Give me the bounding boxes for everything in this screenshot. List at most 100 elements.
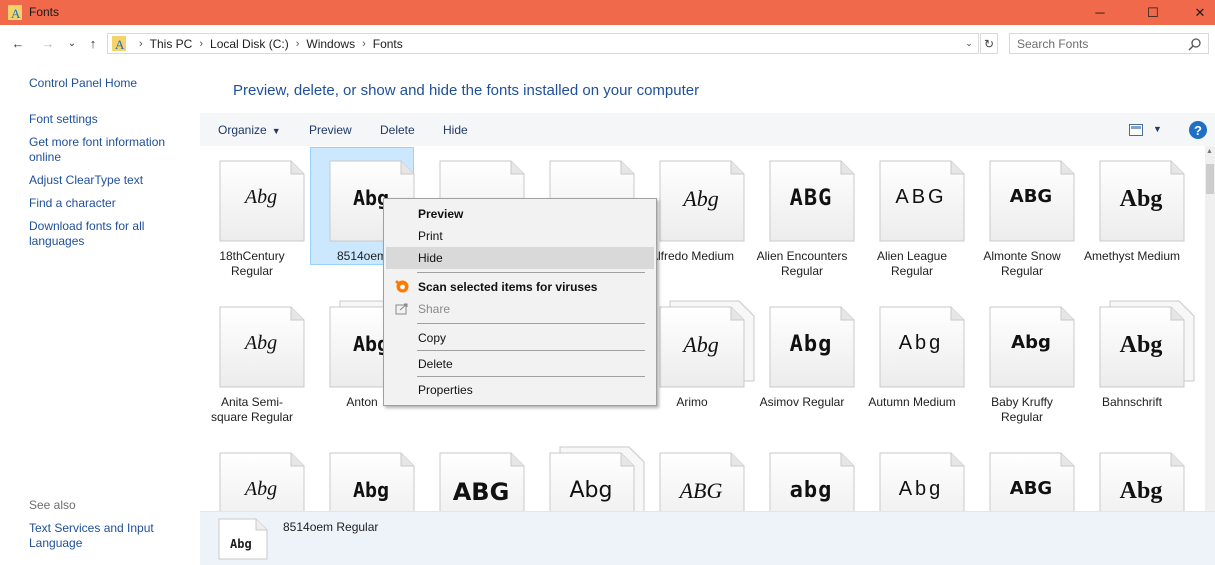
menu-item-scan-viruses[interactable]: Scan selected items for viruses [386,276,654,298]
font-name-label: Alien League Regular [876,249,948,278]
font-file-icon: ABG [439,452,535,511]
recent-locations-button[interactable]: ⌄ [63,35,81,51]
font-sample: Abg [244,332,278,354]
font-sample: Abg [789,332,833,357]
address-dropdown-button[interactable]: ⌄ [962,36,976,51]
crumb-this-pc[interactable]: This PC [150,37,193,51]
chevron-right-icon[interactable]: › [199,38,203,50]
menu-item-hide[interactable]: Hide [386,247,654,269]
minimize-button[interactable]: ─ [1077,0,1123,25]
sidebar: Control Panel Home Font settings Get mor… [0,61,200,565]
font-sample: abg [789,478,833,503]
font-file-icon: Abg [989,306,1085,388]
font-name-label: Anita Semi-square Regular [210,395,294,424]
font-file-icon: ABG [769,160,865,242]
crumb-local-disk[interactable]: Local Disk (C:) [210,37,289,51]
search-input[interactable]: Search Fonts [1009,33,1209,54]
vertical-scrollbar[interactable]: ▲ [1205,146,1215,511]
font-name-label: Baby Kruffy Regular [991,395,1053,424]
svg-text:A: A [11,6,21,20]
menu-item-print[interactable]: Print [386,225,654,247]
font-file-icon: ABG [659,452,755,511]
details-pane: Abg 8514oem Regular [200,511,1215,565]
up-button[interactable]: ↑ [84,35,102,51]
font-sample: ABG [452,478,510,506]
font-file-icon: Abg [879,306,975,388]
font-sample: Abg [1119,332,1163,358]
sidebar-link-find-character[interactable]: Find a character [29,196,189,211]
font-file-icon: Abg [769,306,865,388]
menu-separator [417,272,645,273]
font-file-icon: ABG [989,160,1085,242]
refresh-button[interactable]: ↻ [980,33,998,54]
crumb-windows[interactable]: Windows [306,37,355,51]
window-title: Fonts [29,5,60,19]
font-file-icon: ABG [879,160,975,242]
font-file-icon: Abg [1099,300,1195,388]
font-file-icon: Abg [879,452,975,511]
breadcrumb: › This PC › Local Disk (C:) › Windows › … [132,36,403,52]
sidebar-link-more-font-info[interactable]: Get more font information online [29,135,179,165]
search-icon[interactable] [1188,37,1202,51]
sidebar-link-download-fonts[interactable]: Download fonts for all languages [29,219,159,249]
crumb-fonts[interactable]: Fonts [373,37,403,51]
delete-button[interactable]: Delete [380,123,415,137]
font-sample: Abg [898,478,944,500]
font-name-label: 18thCentury Regular [219,249,285,278]
fonts-folder-icon: A [8,5,22,20]
organize-button[interactable]: Organize ▼ [218,123,281,137]
menu-item-delete[interactable]: Delete [386,353,654,375]
change-view-icon[interactable] [1129,124,1143,136]
font-name-label: Almonte Snow Regular [983,249,1061,278]
font-sample: ABG [1009,186,1053,207]
organize-label: Organize [218,123,267,137]
font-name-label: Alien Encounters Regular [756,249,848,278]
page-title: Preview, delete, or show and hide the fo… [233,82,700,99]
font-sample: ABG [1009,478,1053,499]
close-button[interactable]: ✕ [1177,0,1215,25]
back-button[interactable]: ← [9,35,27,51]
chevron-right-icon[interactable]: › [362,38,366,50]
forward-button[interactable]: → [39,35,57,51]
menu-item-copy[interactable]: Copy [386,327,654,349]
font-name-label: Amethyst Medium [1083,249,1181,263]
address-bar[interactable]: A › This PC › Local Disk (C:) › Windows … [107,33,979,54]
fonts-folder-icon: A [112,36,126,51]
font-sample: Abg [569,478,613,503]
help-icon[interactable]: ? [1189,121,1207,139]
font-file-icon: Abg [219,160,315,242]
sidebar-link-font-settings[interactable]: Font settings [29,112,189,127]
menu-separator [417,350,645,351]
context-menu: Preview Print Hide Scan selected items f… [383,198,657,406]
details-font-name: 8514oem Regular [283,520,379,534]
avast-icon [395,280,409,293]
view-options-dropdown[interactable]: ▼ [1153,124,1162,134]
sidebar-link-control-panel-home[interactable]: Control Panel Home [29,76,189,91]
share-icon [395,303,408,315]
menu-item-properties[interactable]: Properties [386,379,654,401]
scroll-thumb[interactable] [1206,164,1214,194]
font-file-icon: Abg [1099,160,1195,242]
font-sample: Abg [1119,478,1163,504]
menu-item-preview[interactable]: Preview [386,203,654,225]
menu-item-share[interactable]: Share [386,298,654,320]
address-row: ← → ⌄ ↑ A › This PC › Local Disk (C:) › … [0,25,1215,61]
sidebar-link-text-services[interactable]: Text Services and Input Language [29,521,164,551]
maximize-button[interactable]: ☐ [1130,0,1176,25]
font-file-icon: Abg [329,452,425,511]
chevron-right-icon[interactable]: › [296,38,300,50]
command-bar: Organize ▼ Preview Delete Hide ▼ ? [200,113,1215,146]
font-sample: ABG [895,186,947,208]
scroll-up-arrow-icon[interactable]: ▲ [1206,148,1213,155]
font-sample: Abg [1011,332,1051,353]
font-sample: Abg [244,478,278,500]
font-sample: Abg [683,186,719,211]
details-thumb-sample: Abg [230,537,252,551]
font-file-icon: ABG [989,452,1085,511]
preview-button[interactable]: Preview [309,123,352,137]
font-name-label: Arimo [676,395,708,409]
font-sample: ABG [789,186,833,211]
sidebar-link-cleartype[interactable]: Adjust ClearType text [29,173,189,188]
details-font-thumbnail: Abg [218,518,268,560]
hide-button[interactable]: Hide [443,123,468,137]
